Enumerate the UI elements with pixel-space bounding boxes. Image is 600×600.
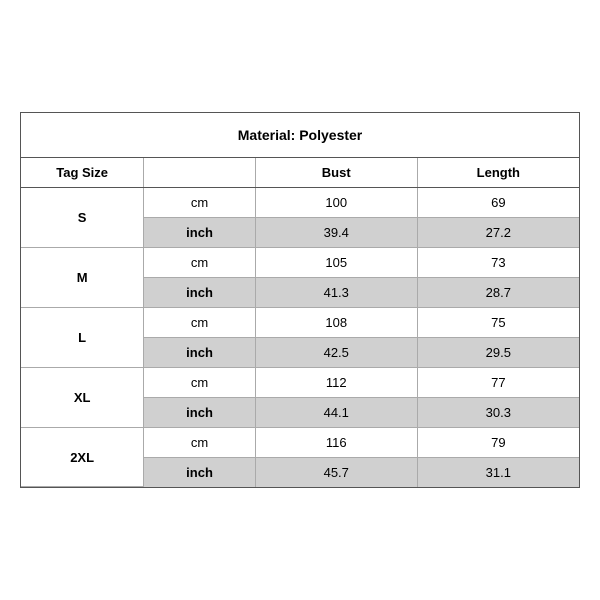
header-empty: [144, 158, 256, 188]
bust-cm-XL: 112: [255, 367, 417, 397]
tag-size-S: S: [21, 187, 144, 247]
length-inch-M: 28.7: [417, 277, 579, 307]
length-cm-2XL: 79: [417, 427, 579, 457]
tag-size-2XL: 2XL: [21, 427, 144, 487]
unit-inch-2XL: inch: [144, 457, 256, 487]
bust-inch-2XL: 45.7: [255, 457, 417, 487]
bust-inch-L: 42.5: [255, 337, 417, 367]
bust-cm-M: 105: [255, 247, 417, 277]
bust-inch-M: 41.3: [255, 277, 417, 307]
length-cm-M: 73: [417, 247, 579, 277]
header-tag-size: Tag Size: [21, 158, 144, 188]
header-length: Length: [417, 158, 579, 188]
unit-inch-S: inch: [144, 217, 256, 247]
unit-inch-XL: inch: [144, 397, 256, 427]
size-chart-container: Material: Polyester Tag Size Bust Length…: [20, 112, 580, 489]
unit-cm-L: cm: [144, 307, 256, 337]
unit-inch-M: inch: [144, 277, 256, 307]
bust-inch-S: 39.4: [255, 217, 417, 247]
bust-cm-S: 100: [255, 187, 417, 217]
bust-inch-XL: 44.1: [255, 397, 417, 427]
chart-title: Material: Polyester: [21, 113, 579, 158]
length-inch-L: 29.5: [417, 337, 579, 367]
tag-size-L: L: [21, 307, 144, 367]
unit-cm-S: cm: [144, 187, 256, 217]
bust-cm-L: 108: [255, 307, 417, 337]
bust-cm-2XL: 116: [255, 427, 417, 457]
tag-size-M: M: [21, 247, 144, 307]
unit-inch-L: inch: [144, 337, 256, 367]
header-bust: Bust: [255, 158, 417, 188]
size-table: Tag Size Bust Length Scm10069inch39.427.…: [21, 158, 579, 488]
length-cm-XL: 77: [417, 367, 579, 397]
length-cm-S: 69: [417, 187, 579, 217]
unit-cm-M: cm: [144, 247, 256, 277]
length-cm-L: 75: [417, 307, 579, 337]
unit-cm-2XL: cm: [144, 427, 256, 457]
tag-size-XL: XL: [21, 367, 144, 427]
length-inch-S: 27.2: [417, 217, 579, 247]
unit-cm-XL: cm: [144, 367, 256, 397]
length-inch-XL: 30.3: [417, 397, 579, 427]
length-inch-2XL: 31.1: [417, 457, 579, 487]
